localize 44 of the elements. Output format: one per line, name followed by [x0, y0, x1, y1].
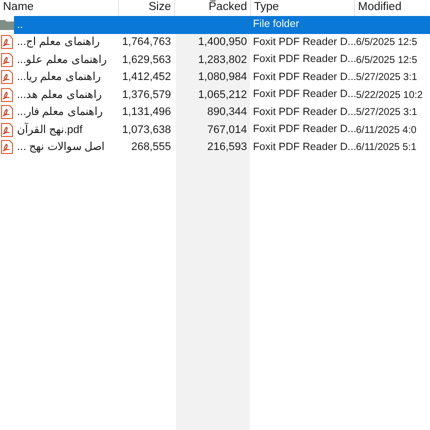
table-cell: Foxit PDF Reader D... — [253, 106, 356, 118]
table-cell: 767,014 — [207, 124, 247, 136]
table-cell: 216,593 — [207, 141, 247, 153]
file-name: ...راهنمای معلم ریا — [17, 71, 100, 83]
table-cell: 1,376,579 — [122, 88, 171, 100]
table-cell: Foxit PDF Reader D... — [253, 53, 356, 66]
table-cell: Foxit PDF Reader D... — [253, 123, 356, 136]
table-cell: Foxit PDF Reader D... — [253, 88, 356, 100]
table-cell: 1,412,452 — [122, 71, 171, 83]
table-cell: Foxit PDF Reader D... — [253, 70, 356, 83]
table-cell: 890,344 — [207, 106, 247, 118]
file-name: ... اصل سوالات نهج — [17, 141, 104, 153]
table-cell: 1,283,802 — [198, 54, 247, 66]
file-name: ...راهنمای معلم فار — [17, 106, 102, 118]
table-cell: 5/27/2025 3:1 — [356, 72, 418, 83]
table-cell: 1,764,763 — [122, 36, 171, 48]
column-header[interactable]: Type — [254, 2, 279, 14]
table-cell: 1,131,496 — [122, 106, 171, 118]
file-row[interactable]: .. File folder — [14, 16, 430, 34]
table-cell: 1,629,563 — [122, 54, 171, 66]
table-cell: 6/11/2025 5:1 — [356, 142, 416, 153]
table-cell: 1,080,984 — [198, 71, 247, 83]
table-cell: File folder — [253, 18, 300, 30]
table-cell: 268,555 — [131, 141, 171, 153]
table-cell: 1,073,638 — [122, 124, 171, 136]
table-cell: Foxit PDF Reader D... — [253, 36, 356, 48]
file-name: ...راهنمای معلم هد — [17, 88, 102, 100]
column-header[interactable]: Packed — [208, 2, 247, 14]
file-name: ...راهنمای معلم اج — [17, 36, 100, 48]
folder-icon — [0, 19, 14, 30]
table-cell: 5/27/2025 3:1 — [356, 107, 418, 118]
table-cell: 5/22/2025 10:2 — [356, 90, 423, 100]
column-header[interactable]: Modified — [358, 2, 402, 14]
table-cell: Foxit PDF Reader D... — [253, 140, 356, 153]
table-cell: 6/5/2025 12:5 — [356, 54, 418, 66]
column-header[interactable]: Name — [3, 2, 34, 14]
table-cell: 6/5/2025 12:5 — [356, 37, 418, 48]
file-name: ...راهنمای معلم علو — [17, 54, 106, 66]
table-cell: 6/11/2025 4:0 — [356, 124, 416, 136]
file-name: .. — [17, 18, 24, 30]
column-header[interactable]: Size — [148, 2, 171, 14]
table-cell: 1,065,212 — [198, 88, 247, 100]
file-name: نهج القرآن.pdf — [17, 124, 82, 136]
table-cell: 1,400,950 — [198, 36, 247, 48]
